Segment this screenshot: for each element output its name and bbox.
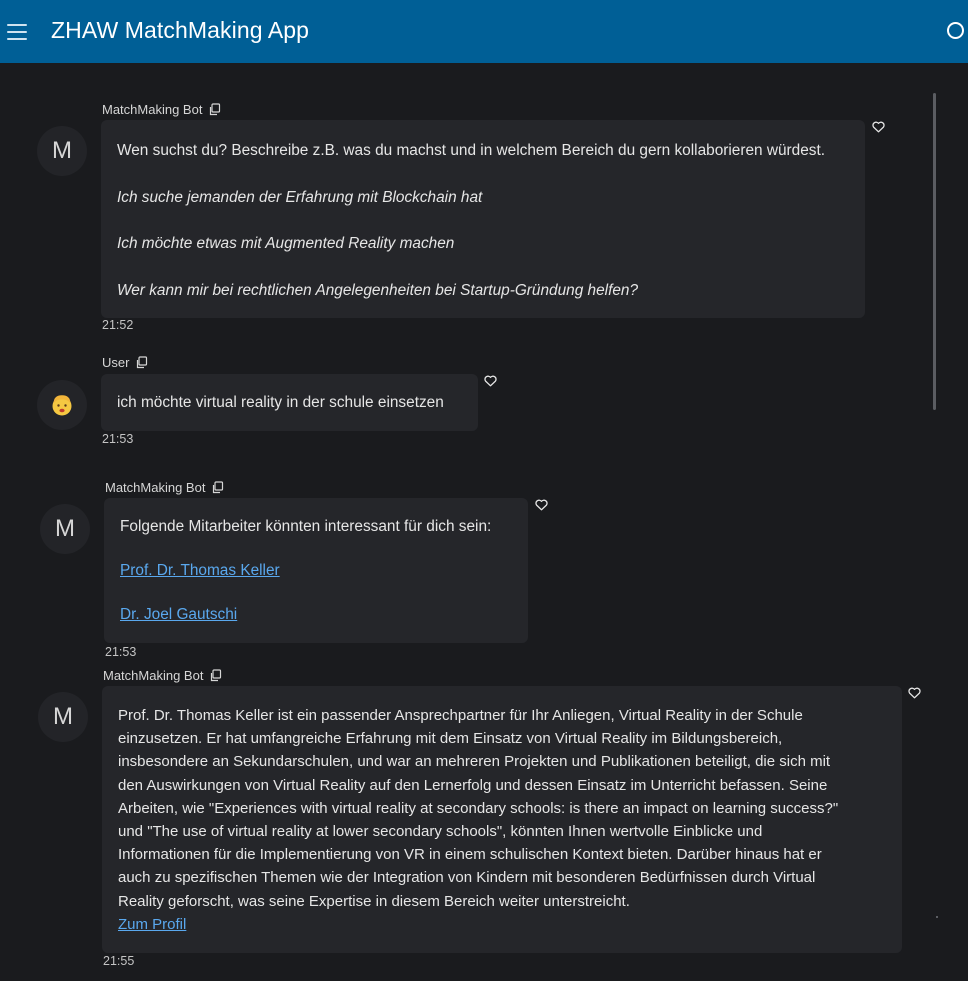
sender-name: MatchMaking Bot xyxy=(102,102,203,117)
message-sender: User xyxy=(102,355,148,370)
message-timestamp: 21:53 xyxy=(105,645,137,659)
example-prompt: Wer kann mir bei rechtlichen Angelegenhe… xyxy=(117,281,639,299)
message-text: Wen suchst du? Beschreibe z.B. was du ma… xyxy=(117,142,826,159)
copy-icon[interactable] xyxy=(135,356,148,369)
message-sender: MatchMaking Bot xyxy=(103,668,222,683)
message-timestamp: 21:53 xyxy=(102,432,134,446)
status-circle-icon[interactable] xyxy=(947,22,964,39)
message-text: ich möchte virtual reality in der schule… xyxy=(117,394,444,411)
bot-message-bubble: Wen suchst du? Beschreibe z.B. was du ma… xyxy=(101,120,865,318)
staff-profile-link[interactable]: Prof. Dr. Thomas Keller xyxy=(120,562,280,579)
copy-icon[interactable] xyxy=(209,669,222,682)
text-line: Informationen für die Implementierung vo… xyxy=(118,846,822,864)
sender-name: MatchMaking Bot xyxy=(105,480,206,495)
sender-name: User xyxy=(102,355,130,370)
example-prompt: Ich suche jemanden der Erfahrung mit Blo… xyxy=(117,188,483,206)
message-sender: MatchMaking Bot xyxy=(102,102,221,117)
message-timestamp: 21:55 xyxy=(103,954,135,968)
text-line: den Auswirkungen von Virtual Reality auf… xyxy=(118,776,828,794)
app-title: ZHAW MatchMaking App xyxy=(51,17,310,43)
staff-profile-link[interactable]: Dr. Joel Gautschi xyxy=(120,606,237,623)
text-line: und "The use of virtual reality at lower… xyxy=(118,823,763,841)
bot-avatar: M xyxy=(38,692,88,742)
message-sender: MatchMaking Bot xyxy=(105,480,224,495)
bot-message-bubble: Prof. Dr. Thomas Keller ist ein passende… xyxy=(102,686,902,953)
bot-message-bubble: Folgende Mitarbeiter könnten interessant… xyxy=(104,498,528,643)
hamburger-menu-icon[interactable] xyxy=(7,24,27,40)
message-timestamp: 21:52 xyxy=(102,318,134,332)
bot-avatar: M xyxy=(37,126,87,176)
text-line: Reality geforscht, was seine Expertise i… xyxy=(118,892,630,910)
heart-icon[interactable] xyxy=(484,375,497,387)
user-avatar xyxy=(37,380,87,430)
text-line: auch zu spezifischen Themen wie der Inte… xyxy=(118,869,816,887)
message-text: Folgende Mitarbeiter könnten interessant… xyxy=(120,518,492,535)
copy-icon[interactable] xyxy=(211,481,224,494)
heart-icon[interactable] xyxy=(908,687,921,699)
sender-name: MatchMaking Bot xyxy=(103,668,204,683)
user-message-bubble: ich möchte virtual reality in der schule… xyxy=(101,374,478,431)
face-emoji-icon xyxy=(52,395,72,416)
app-header: ZHAW MatchMaking App xyxy=(0,0,968,63)
heart-icon[interactable] xyxy=(535,499,548,511)
text-line: einzusetzen. Er hat umfangreiche Erfahru… xyxy=(118,730,783,748)
scrollbar-thumb[interactable] xyxy=(933,93,936,410)
text-line: insbesondere an Sekundarschulen, und war… xyxy=(118,753,831,771)
example-prompt: Ich möchte etwas mit Augmented Reality m… xyxy=(117,235,455,253)
heart-icon[interactable] xyxy=(872,121,885,133)
message-text: Prof. Dr. Thomas Keller ist ein passende… xyxy=(118,704,886,913)
copy-icon[interactable] xyxy=(208,103,221,116)
bot-avatar: M xyxy=(40,504,90,554)
text-line: Prof. Dr. Thomas Keller ist ein passende… xyxy=(118,707,803,724)
text-line: Arbeiten, wie "Experiences with virtual … xyxy=(118,799,839,817)
profile-link[interactable]: Zum Profil xyxy=(118,916,186,933)
scrollbar-track-marker xyxy=(936,916,938,918)
